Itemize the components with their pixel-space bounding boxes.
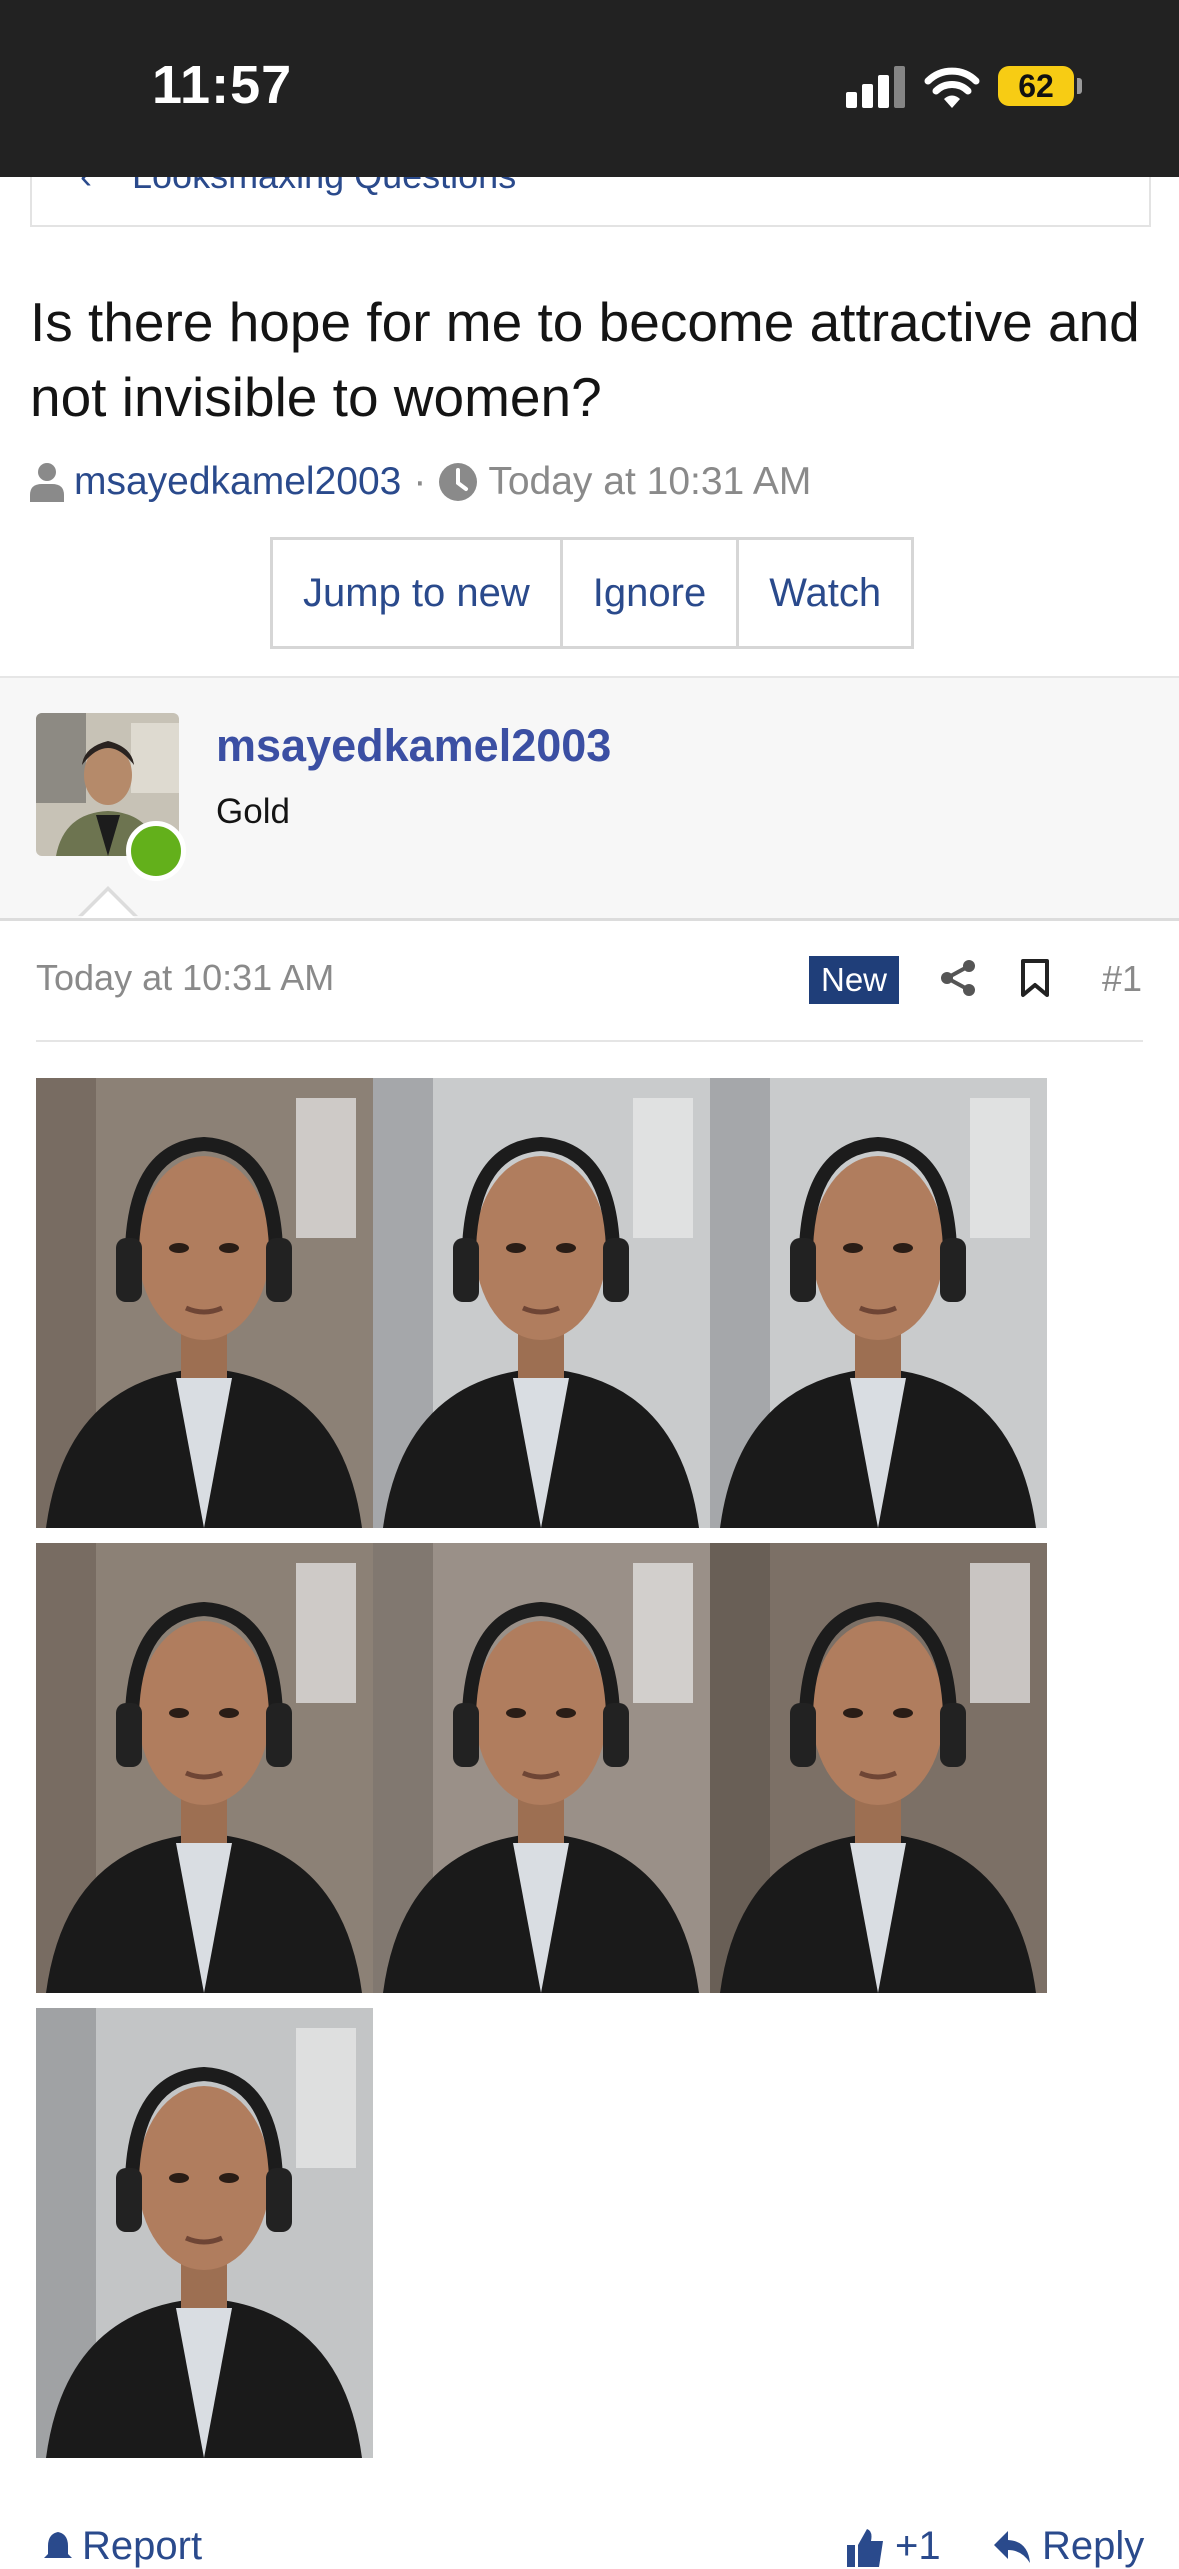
post-photo[interactable] <box>373 1078 710 1528</box>
user-icon <box>30 463 64 502</box>
clock-icon <box>439 463 478 501</box>
post-username[interactable]: msayedkamel2003 <box>216 720 611 772</box>
bell-icon <box>44 2531 72 2558</box>
bookmark-icon[interactable] <box>1019 958 1051 998</box>
report-button[interactable]: Report <box>44 2524 202 2569</box>
like-count: +1 <box>895 2524 941 2568</box>
battery-icon: 62 <box>998 66 1074 106</box>
new-badge: New <box>809 956 899 1004</box>
status-bar: 11:57 62 <box>0 0 1179 177</box>
thumbs-up-icon <box>847 2528 883 2567</box>
breadcrumb-link[interactable]: Looksmaxing Questions <box>132 177 516 197</box>
thread-author-link[interactable]: msayedkamel2003 <box>74 460 401 504</box>
thread-meta: msayedkamel2003 · Today at 10:31 AM <box>30 458 811 506</box>
cellular-signal-icon <box>846 66 906 108</box>
post-photo[interactable] <box>710 1543 1047 1993</box>
ignore-button[interactable]: Ignore <box>559 540 737 646</box>
reply-icon <box>994 2530 1030 2563</box>
reply-button[interactable]: Reply <box>992 2524 1144 2569</box>
post-photo[interactable] <box>36 1078 373 1528</box>
thread-title: Is there hope for me to become attractiv… <box>30 291 1140 428</box>
like-button[interactable]: +1 <box>845 2524 941 2569</box>
report-label: Report <box>82 2524 203 2568</box>
battery-cap <box>1077 78 1082 94</box>
post-photo[interactable] <box>36 1543 373 1993</box>
message-arrow-inner <box>81 891 135 918</box>
chevron-left-icon: ‹ <box>80 177 92 197</box>
post-date[interactable]: Today at 10:31 AM <box>36 957 334 999</box>
post-number[interactable]: #1 <box>1102 958 1142 1000</box>
status-time: 11:57 <box>152 55 293 115</box>
wifi-icon <box>924 67 980 108</box>
thread-date[interactable]: Today at 10:31 AM <box>488 460 811 504</box>
reply-label: Reply <box>1042 2524 1145 2568</box>
jump-to-new-button[interactable]: Jump to new <box>273 540 560 646</box>
watch-button[interactable]: Watch <box>736 540 912 646</box>
share-icon[interactable] <box>938 958 978 998</box>
user-title: Gold <box>216 792 290 831</box>
post-photo[interactable] <box>710 1078 1047 1528</box>
breadcrumb[interactable]: ‹ Looksmaxing Questions <box>30 177 1151 227</box>
meta-separator: · <box>413 460 427 503</box>
post-photo[interactable] <box>36 2008 373 2458</box>
post-divider <box>36 1040 1143 1042</box>
post-photo[interactable] <box>373 1543 710 1993</box>
online-status-indicator <box>126 821 186 881</box>
thread-action-buttons: Jump to new Ignore Watch <box>270 537 915 649</box>
